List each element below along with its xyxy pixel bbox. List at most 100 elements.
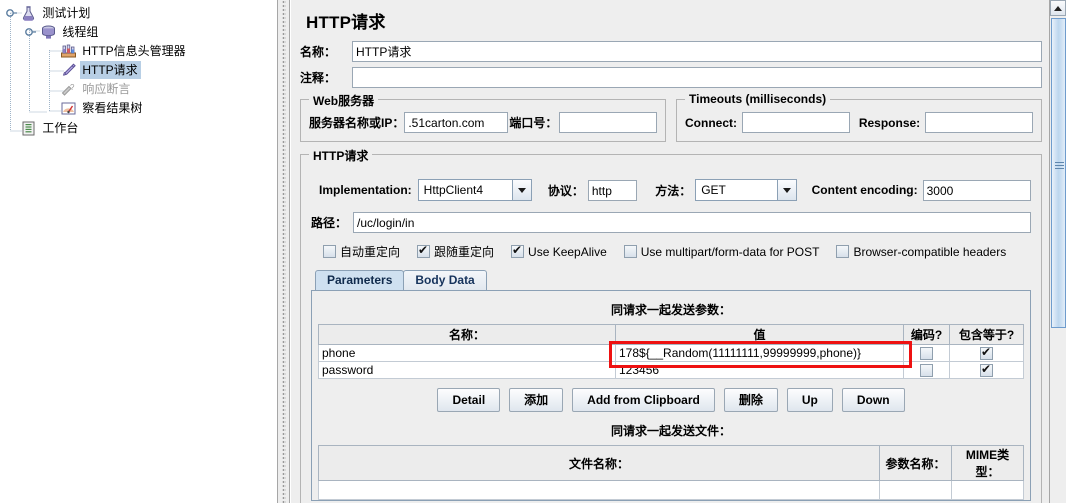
tree-item-http-request[interactable]: HTTP请求: [0, 61, 277, 80]
path-input[interactable]: /uc/login/in: [353, 212, 1031, 233]
include-equals-checkbox[interactable]: [980, 363, 993, 378]
method-select[interactable]: GET: [695, 179, 797, 201]
cell-include-equals[interactable]: [949, 361, 1024, 379]
down-button[interactable]: Down: [841, 388, 905, 412]
tree-item-label: HTTP信息头管理器: [82, 44, 186, 58]
files-table-row[interactable]: [318, 480, 1024, 500]
tree-item-label: 线程组: [62, 25, 99, 39]
cell-value[interactable]: 178${__Random(11111111,99999999,phone)}: [615, 344, 904, 362]
expand-handle-icon[interactable]: [5, 7, 18, 20]
response-input[interactable]: [925, 112, 1034, 133]
encode-checkbox[interactable]: [920, 364, 933, 378]
implementation-select[interactable]: HttpClient4: [417, 179, 532, 201]
checkbox-box[interactable]: [836, 245, 850, 258]
content-encoding-input[interactable]: 3000: [922, 179, 1031, 201]
cell-name[interactable]: phone: [318, 344, 616, 362]
checkbox-use-multipart[interactable]: Use multipart/form-data for POST: [623, 245, 819, 259]
params-section-title: 同请求一起发送参数：: [610, 303, 731, 317]
col-param-name: 参数名称：: [879, 445, 952, 481]
cell-file-name[interactable]: [318, 480, 880, 500]
server-input[interactable]: .51carton.com: [404, 112, 509, 133]
cell-name[interactable]: password: [318, 361, 616, 379]
col-mime-type: MIME类型：: [951, 445, 1024, 481]
scroll-up-arrow-icon[interactable]: [1050, 0, 1066, 16]
web-server-title: Web服务器: [309, 92, 379, 109]
tree-item-thread-group[interactable]: 线程组: [0, 23, 277, 42]
col-name: 名称：: [318, 324, 616, 345]
path-label: 路径：: [311, 216, 348, 230]
header-manager-icon: [60, 43, 77, 60]
col-file-name: 文件名称：: [318, 445, 880, 481]
scrollbar-thumb[interactable]: [1051, 18, 1066, 328]
tree-item-view-results-tree[interactable]: 察看结果树: [0, 99, 277, 118]
connect-label: Connect:: [685, 115, 737, 130]
assertion-icon: ?: [60, 81, 77, 98]
detail-button[interactable]: Detail: [437, 388, 501, 412]
tree-item-test-plan[interactable]: 测试计划: [0, 4, 277, 23]
tree-item-label: 工作台: [42, 121, 79, 135]
cell-mime-type[interactable]: [951, 480, 1024, 500]
connect-input[interactable]: [742, 112, 850, 133]
chevron-down-icon[interactable]: [511, 180, 531, 200]
protocol-input[interactable]: http: [587, 179, 638, 201]
include-equals-checkbox[interactable]: [980, 346, 993, 361]
tree-item-label: HTTP请求: [80, 61, 141, 79]
add-from-clipboard-button[interactable]: Add from Clipboard: [572, 388, 715, 412]
table-row[interactable]: password 123456: [318, 361, 1024, 379]
svg-text:?: ?: [70, 83, 75, 92]
timeouts-group: Timeouts (milliseconds) Connect: Respons…: [676, 92, 1042, 142]
test-plan-tree-panel[interactable]: 测试计划 线程组 HTTP信息头管理器 HTTP请求 ? 响应断言 察看结果树 …: [0, 0, 277, 503]
up-button[interactable]: Up: [786, 388, 833, 412]
parameters-button-row: Detail 添加 Add from Clipboard 删除 Up Down: [318, 379, 1024, 420]
jmeter-window: 测试计划 线程组 HTTP信息头管理器 HTTP请求 ? 响应断言 察看结果树 …: [0, 0, 1066, 503]
timeouts-title: Timeouts (milliseconds): [685, 92, 831, 106]
tab-body-data[interactable]: Body Data: [403, 270, 487, 290]
checkbox-use-keepalive[interactable]: Use KeepAlive: [511, 243, 607, 259]
parameters-body-tabs[interactable]: Parameters Body Data: [311, 269, 1031, 290]
comment-input[interactable]: [352, 67, 1042, 88]
parameters-table[interactable]: 名称： 值 编码? 包含等于? phone 178${__Random(1111…: [318, 324, 1024, 379]
tree-item-response-assertion[interactable]: ? 响应断言: [0, 80, 277, 99]
view-results-tree-icon: [60, 100, 77, 117]
panel-splitter[interactable]: [277, 0, 290, 503]
tree-item-label: 测试计划: [42, 6, 91, 20]
test-plan-flask-icon: [20, 5, 37, 22]
delete-button[interactable]: 删除: [723, 388, 778, 412]
cell-value[interactable]: 123456: [615, 361, 904, 379]
cell-param-name[interactable]: [879, 480, 952, 500]
name-input[interactable]: HTTP请求: [352, 41, 1042, 62]
name-row: 名称： HTTP请求: [300, 40, 1042, 63]
implementation-value: HttpClient4: [418, 180, 512, 200]
splitter-grip-icon: [282, 0, 286, 503]
col-encode: 编码?: [903, 324, 950, 345]
port-input[interactable]: [559, 112, 657, 133]
cell-encode[interactable]: [903, 361, 950, 379]
files-table[interactable]: 文件名称： 参数名称： MIME类型：: [318, 445, 1024, 500]
tab-parameters[interactable]: Parameters: [315, 270, 405, 290]
encode-checkbox[interactable]: [920, 347, 933, 361]
vertical-scrollbar[interactable]: [1049, 0, 1066, 503]
expand-handle-icon[interactable]: [24, 26, 37, 39]
checkbox-browser-compatible-headers[interactable]: Browser-compatible headers: [836, 245, 1006, 259]
tree-root[interactable]: 测试计划 线程组 HTTP信息头管理器 HTTP请求 ? 响应断言 察看结果树 …: [0, 0, 277, 138]
tree-item-workbench[interactable]: 工作台: [0, 119, 277, 138]
checkbox-box[interactable]: [511, 243, 525, 258]
name-label: 名称：: [300, 45, 337, 59]
checkbox-box[interactable]: [623, 245, 637, 258]
web-server-group: Web服务器 服务器名称或IP： .51carton.com 端口号：: [300, 92, 666, 142]
checkbox-box[interactable]: [323, 245, 336, 258]
table-row[interactable]: phone 178${__Random(11111111,99999999,ph…: [318, 344, 1024, 362]
checkbox-box[interactable]: [417, 243, 431, 258]
checkbox-follow-redirect[interactable]: 跟随重定向: [417, 243, 494, 260]
checkbox-label: Use KeepAlive: [528, 244, 607, 259]
checkbox-auto-redirect[interactable]: 自动重定向: [323, 243, 400, 260]
parameters-panel: 同请求一起发送参数： 名称： 值 编码? 包含等于? phone 178${__…: [311, 290, 1031, 501]
comment-label: 注释：: [300, 71, 337, 85]
http-request-group-title: HTTP请求: [309, 147, 373, 164]
tree-item-http-header-manager[interactable]: HTTP信息头管理器: [0, 42, 277, 61]
cell-include-equals[interactable]: [949, 344, 1024, 362]
add-button[interactable]: 添加: [509, 388, 564, 412]
chevron-down-icon[interactable]: [776, 180, 796, 200]
cell-encode[interactable]: [903, 344, 950, 362]
thread-group-icon: [40, 24, 57, 41]
